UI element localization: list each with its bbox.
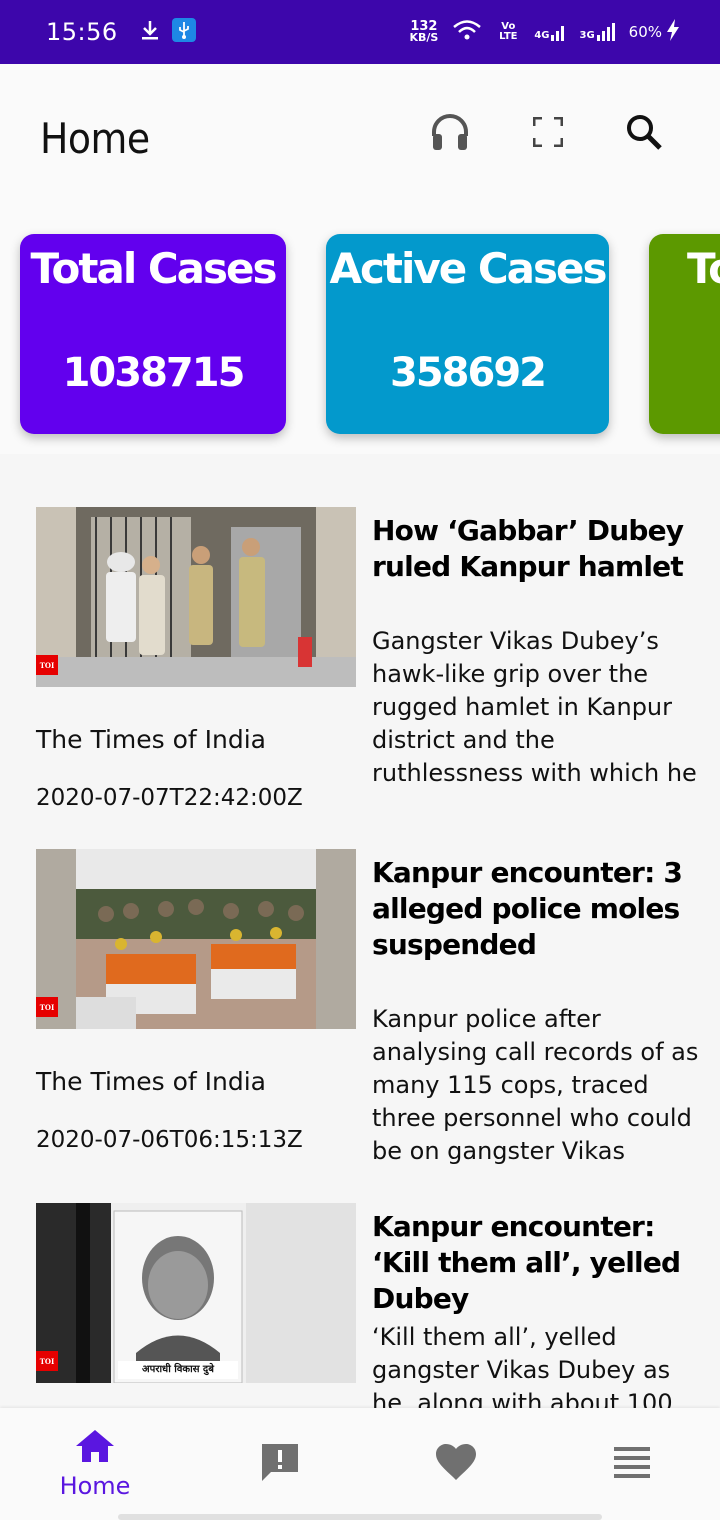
news-item[interactable]: अपराधी विकास दुबे TOI Kanpur encounter: … bbox=[0, 1203, 720, 1408]
stats-carousel[interactable]: Total Cases 1038715 Active Cases 358692 … bbox=[0, 214, 720, 454]
nav-label: Home bbox=[59, 1472, 131, 1500]
news-thumbnail: अपराधी विकास दुबे TOI bbox=[36, 1203, 356, 1383]
headphones-button[interactable] bbox=[426, 110, 474, 158]
news-description: Gangster Vikas Dubey’s hawk-like grip ov… bbox=[372, 627, 697, 787]
news-date: 2020-07-06T06:15:13Z bbox=[36, 1127, 303, 1153]
bottom-navigation: Home bbox=[0, 1408, 720, 1520]
page-title: Home bbox=[40, 114, 150, 163]
app-bar: Home bbox=[0, 64, 720, 214]
wanted-poster-text: अपराधी विकास दुबे bbox=[142, 1364, 214, 1375]
wifi-icon bbox=[452, 19, 482, 45]
headphones-icon bbox=[430, 112, 470, 156]
volte-label: Vo LTE bbox=[499, 21, 518, 42]
fullscreen-icon bbox=[532, 116, 564, 151]
news-item[interactable]: TOI The Times of India 2020-07-07T22:42:… bbox=[0, 507, 720, 827]
card-value: 1038715 bbox=[62, 350, 246, 396]
news-description: ‘Kill them all’, yelled gangster Vikas D… bbox=[372, 1323, 673, 1408]
news-source: The Times of India bbox=[36, 725, 266, 754]
card-value: 358692 bbox=[390, 350, 547, 396]
card-title: Active Cases bbox=[329, 244, 607, 293]
list-icon bbox=[614, 1445, 650, 1483]
news-title: Kanpur encounter: 3 alleged police moles… bbox=[372, 856, 683, 961]
report-icon bbox=[259, 1441, 301, 1487]
search-icon bbox=[625, 113, 663, 155]
news-description: Kanpur police after analysing call recor… bbox=[372, 1005, 699, 1165]
gesture-bar bbox=[118, 1514, 602, 1520]
news-thumbnail: TOI bbox=[36, 849, 356, 1029]
search-button[interactable] bbox=[620, 110, 668, 158]
charging-icon bbox=[666, 19, 680, 45]
battery-level: 60% bbox=[628, 23, 662, 41]
news-title: How ‘Gabbar’ Dubey ruled Kanpur hamlet bbox=[372, 514, 684, 583]
toi-badge: TOI bbox=[36, 1351, 58, 1371]
nav-list[interactable] bbox=[542, 1408, 720, 1520]
fullscreen-button[interactable] bbox=[524, 110, 572, 158]
heart-icon bbox=[434, 1442, 478, 1486]
signal-3g-icon: 3G bbox=[579, 23, 615, 41]
third-stat-card[interactable]: To bbox=[649, 234, 720, 434]
news-list[interactable]: TOI The Times of India 2020-07-07T22:42:… bbox=[0, 454, 720, 1408]
usb-icon bbox=[171, 18, 196, 46]
news-thumbnail: TOI bbox=[36, 507, 356, 687]
total-cases-card[interactable]: Total Cases 1038715 bbox=[20, 234, 286, 434]
active-cases-card[interactable]: Active Cases 358692 bbox=[326, 234, 609, 434]
card-title: Total Cases bbox=[30, 244, 277, 293]
news-item[interactable]: TOI The Times of India 2020-07-06T06:15:… bbox=[0, 849, 720, 1179]
toi-badge: TOI bbox=[36, 997, 58, 1017]
news-title: Kanpur encounter: ‘Kill them all’, yelle… bbox=[372, 1210, 681, 1315]
nav-report[interactable] bbox=[190, 1408, 370, 1520]
network-speed: 132 KB/S bbox=[409, 19, 439, 44]
status-bar: 15:56 132 KB/S Vo LTE 4G 3G 60% bbox=[0, 0, 720, 64]
news-date: 2020-07-07T22:42:00Z bbox=[36, 785, 303, 811]
nav-favorites[interactable] bbox=[366, 1408, 546, 1520]
status-time: 15:56 bbox=[46, 18, 118, 46]
nav-home[interactable]: Home bbox=[5, 1408, 185, 1520]
toi-badge: TOI bbox=[36, 655, 58, 675]
download-icon bbox=[140, 19, 160, 45]
home-icon bbox=[74, 1428, 116, 1468]
news-source: The Times of India bbox=[36, 1067, 266, 1096]
signal-4g-icon: 4G bbox=[534, 23, 565, 41]
card-title: To bbox=[687, 244, 720, 293]
